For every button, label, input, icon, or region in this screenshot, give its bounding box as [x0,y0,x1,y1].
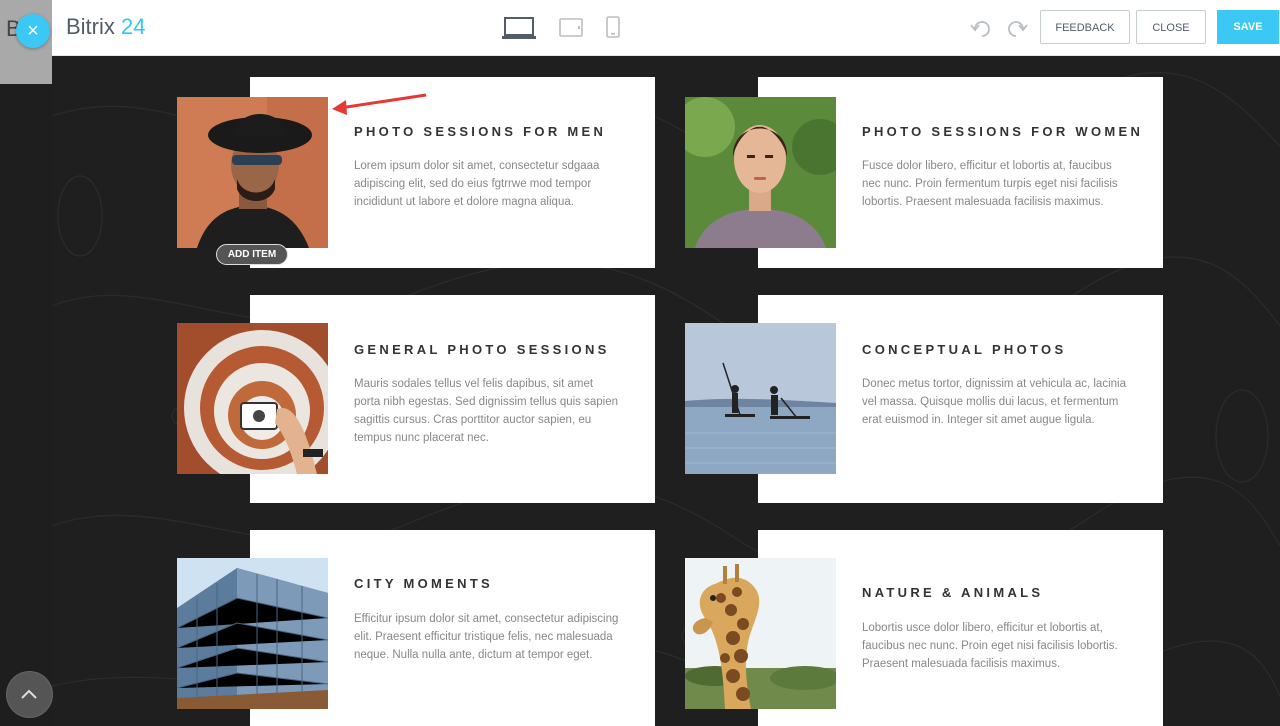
photo-man-hat[interactable] [177,97,328,248]
background-page: B [0,0,52,726]
scroll-up-button[interactable] [7,672,52,717]
landing-editor-panel: Bitrix 24 FEEDBACK CLOSE SAVE PHOTO SESS… [52,0,1280,726]
photo-giraffe[interactable] [685,558,836,709]
red-arrow-annotation-icon [332,93,427,115]
card-text: Efficitur ipsum dolor sit amet, consecte… [354,613,619,661]
card-title: PHOTO SESSIONS FOR MEN [354,124,607,139]
card-text: Lorem ipsum dolor sit amet, consectetur … [354,160,600,208]
add-item-button[interactable]: ADD ITEM [216,244,288,265]
card-title: PHOTO SESSIONS FOR WOMEN [862,124,1144,139]
photo-spiral-staircase[interactable] [177,323,328,474]
card-title: CONCEPTUAL PHOTOS [862,342,1067,357]
photo-woman-portrait[interactable] [685,97,836,248]
editor-toolbar: Bitrix 24 FEEDBACK CLOSE SAVE [52,0,1280,56]
card-title: CITY MOMENTS [354,576,494,591]
photo-fishermen-lake[interactable] [685,323,836,474]
card-title: NATURE & ANIMALS [862,585,1044,600]
photo-city-building[interactable] [177,558,328,709]
close-button[interactable]: CLOSE [1136,10,1206,44]
mobile-view-icon[interactable] [606,16,620,38]
card-text: Mauris sodales tellus vel felis dapibus,… [354,378,619,444]
card-title: GENERAL PHOTO SESSIONS [354,342,610,357]
bitrix-logo: Bitrix 24 [66,14,146,40]
redo-icon[interactable] [1006,19,1028,37]
chevron-up-icon [21,689,37,699]
card-text: Lobortis usce dolor libero, efficitur et… [862,622,1118,670]
undo-icon[interactable] [970,19,992,37]
close-slider-button[interactable]: × [16,14,50,48]
logo-number: 24 [121,14,146,39]
logo-text: Bitrix [66,14,115,39]
card-text: Fusce dolor libero, efficitur et loborti… [862,160,1118,208]
card-text: Donec metus tortor, dignissim at vehicul… [862,378,1126,426]
feedback-button[interactable]: FEEDBACK [1040,10,1130,44]
page-content: PHOTO SESSIONS FOR MEN Lorem ipsum dolor… [52,56,1280,726]
save-button[interactable]: SAVE [1217,10,1279,44]
desktop-view-icon[interactable] [502,16,536,40]
tablet-view-icon[interactable] [559,18,583,38]
